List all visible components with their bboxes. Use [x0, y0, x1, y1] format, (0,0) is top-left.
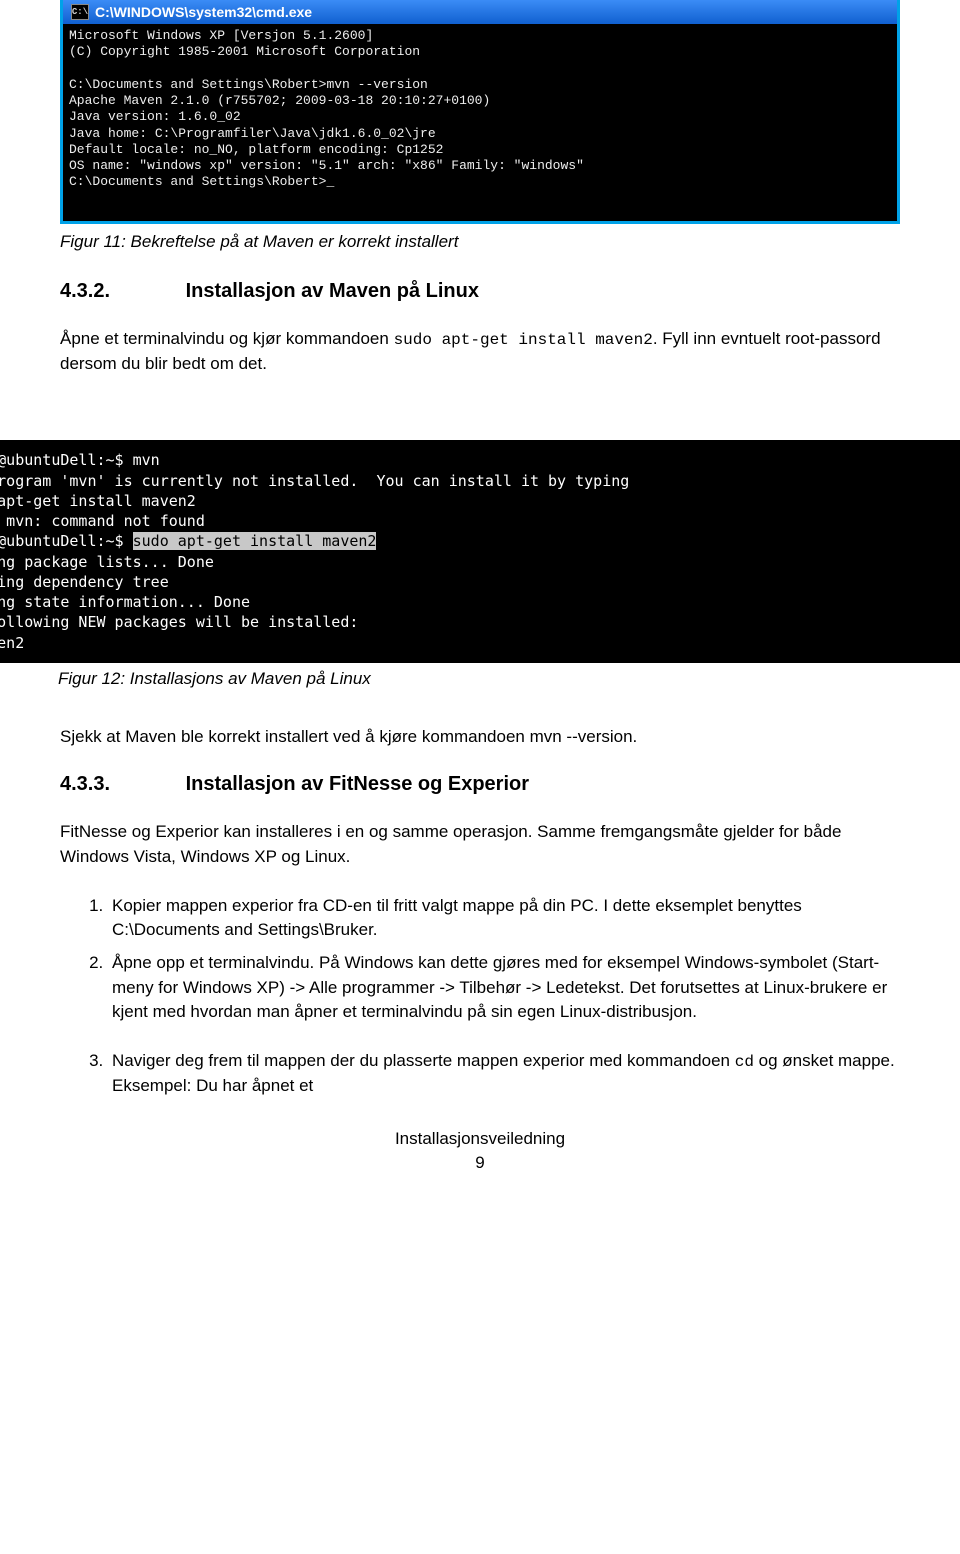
- paragraph-fitnesse-intro: FitNesse og Experior kan installeres i e…: [60, 820, 900, 869]
- linux-l9: The following NEW packages will be insta…: [0, 613, 358, 631]
- heading-432: 4.3.2. Installasjon av Maven på Linux: [60, 280, 900, 303]
- heading-433-number: 4.3.3.: [60, 773, 180, 796]
- heading-433: 4.3.3. Installasjon av FitNesse og Exper…: [60, 773, 900, 796]
- step-3-code: cd: [735, 1053, 754, 1071]
- linux-l4: bash: mvn: command not found: [0, 512, 205, 530]
- linux-l10: maven2: [0, 634, 24, 652]
- figure-11-caption: Figur 11: Bekreftelse på at Maven er kor…: [60, 232, 900, 252]
- footer-title: Installasjonsveiledning: [60, 1127, 900, 1151]
- linux-l3: sudo apt-get install maven2: [0, 492, 196, 510]
- step-3a: Naviger deg frem til mappen der du plass…: [112, 1051, 735, 1070]
- linux-l6: Reading package lists... Done: [0, 553, 214, 571]
- linux-l5a: tiger@ubuntuDell:~$: [0, 532, 133, 550]
- footer-page-number: 9: [60, 1151, 900, 1175]
- heading-432-title: Installasjon av Maven på Linux: [186, 280, 479, 302]
- heading-433-title: Installasjon av FitNesse og Experior: [186, 773, 529, 795]
- cmd-output: Microsoft Windows XP [Versjon 5.1.2600] …: [63, 24, 897, 221]
- cmd-title: C:\WINDOWS\system32\cmd.exe: [95, 4, 312, 20]
- linux-l5-highlight: sudo apt-get install maven2: [133, 532, 377, 550]
- cmd-icon: C:\: [71, 4, 89, 20]
- paragraph-open-terminal: Åpne et terminalvindu og kjør kommandoen…: [60, 327, 900, 377]
- cmd-window: C:\ C:\WINDOWS\system32\cmd.exe Microsof…: [60, 0, 900, 224]
- linux-l8: Reading state information... Done: [0, 593, 250, 611]
- linux-terminal: tiger@ubuntuDell:~$ mvn The program 'mvn…: [0, 440, 960, 663]
- step-2: Åpne opp et terminalvindu. På Windows ka…: [108, 951, 900, 1025]
- paragraph-check-maven: Sjekk at Maven ble korrekt installert ve…: [60, 725, 900, 750]
- step-1: Kopier mappen experior fra CD-en til fri…: [108, 894, 900, 943]
- linux-l7: Building dependency tree: [0, 573, 169, 591]
- install-steps: Kopier mappen experior fra CD-en til fri…: [60, 894, 900, 1025]
- linux-l2: The program 'mvn' is currently not insta…: [0, 472, 629, 490]
- install-steps-3: Naviger deg frem til mappen der du plass…: [60, 1049, 900, 1099]
- step-3: Naviger deg frem til mappen der du plass…: [108, 1049, 900, 1099]
- heading-432-number: 4.3.2.: [60, 280, 180, 303]
- cmd-titlebar: C:\ C:\WINDOWS\system32\cmd.exe: [63, 0, 897, 24]
- page-footer: Installasjonsveiledning 9: [60, 1127, 900, 1175]
- figure-12-caption: Figur 12: Installasjons av Maven på Linu…: [58, 669, 900, 689]
- para1-a: Åpne et terminalvindu og kjør kommandoen: [60, 329, 394, 348]
- linux-l1: tiger@ubuntuDell:~$ mvn: [0, 451, 160, 469]
- para1-code: sudo apt-get install maven2: [394, 331, 653, 349]
